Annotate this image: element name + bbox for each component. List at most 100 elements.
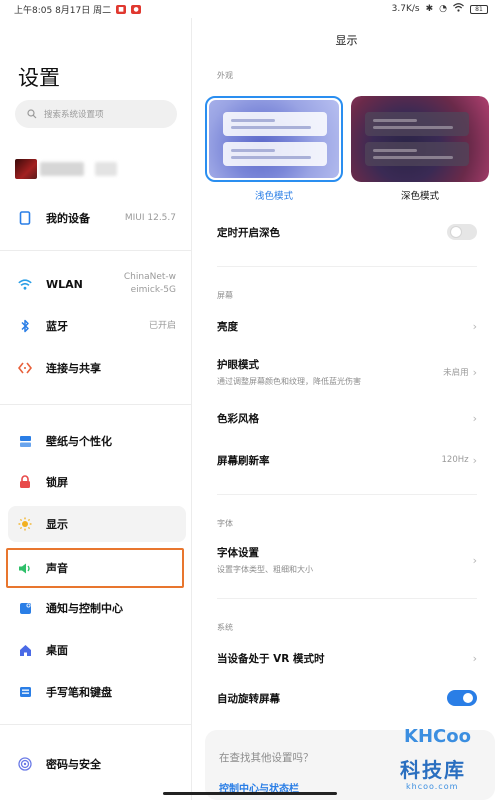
home-icon — [18, 643, 32, 657]
sidebar-item-label: 声音 — [46, 562, 68, 575]
auto-rotate-row[interactable]: 自动旋转屏幕 — [217, 688, 477, 708]
sidebar-item-desktop[interactable]: 桌面 — [8, 632, 186, 668]
sidebar-item-label: WLAN — [46, 277, 83, 291]
watermark-logo: KHCoo 科技库 khcoo.com — [398, 718, 494, 798]
refresh-rate-row[interactable]: 屏幕刷新率 120Hz › — [217, 450, 477, 470]
sidebar-item-wlan[interactable]: WLAN ChinaNet-w eimick-5G — [8, 266, 186, 302]
sidebar-item-wallpaper[interactable]: 壁纸与个性化 — [8, 423, 186, 459]
eye-care-value: 未启用 — [443, 368, 469, 378]
account-name-blurred — [40, 162, 84, 176]
sidebar-item-value: ChinaNet-w eimick-5G — [124, 271, 176, 297]
theme-dark-preview — [351, 96, 489, 182]
keyboard-icon — [18, 685, 32, 699]
chevron-right-icon: › — [472, 411, 477, 425]
settings-search-input[interactable]: 搜索系统设置项 — [15, 100, 177, 128]
wlan-ssid-line2: eimick-5G — [130, 285, 176, 295]
sidebar-item-value: MIUI 12.5.7 — [124, 212, 176, 223]
sidebar-item-password-security[interactable]: 密码与安全 — [8, 746, 186, 782]
search-placeholder: 搜索系统设置项 — [44, 110, 104, 120]
sidebar-item-label: 手写笔和键盘 — [46, 686, 112, 699]
sidebar-item-pen-keyboard[interactable]: 手写笔和键盘 — [8, 674, 186, 710]
divider — [217, 598, 477, 599]
sidebar-item-label: 桌面 — [46, 644, 68, 657]
theme-light-label[interactable]: 浅色模式 — [205, 188, 343, 202]
sidebar-item-value: 已开启 — [148, 320, 176, 331]
account-extra-blurred — [95, 162, 117, 176]
auto-rotate-toggle[interactable] — [447, 690, 477, 706]
wallpaper-icon — [18, 434, 32, 448]
alarm-status-icon: ◔ — [439, 4, 447, 14]
divider — [0, 724, 192, 725]
chevron-right-icon: › — [472, 553, 477, 567]
battery-level: 81 — [475, 5, 483, 13]
sidebar-item-label: 锁屏 — [46, 476, 68, 489]
display-settings-panel: 显示 外观 浅色模式 深色模式 定时开启深色 屏幕 亮度 › 护眼模式 通过调整… — [193, 18, 500, 800]
share-icon — [18, 361, 32, 375]
status-time-date: 上午8:05 8月17日 周二 — [14, 5, 112, 16]
scheduled-dark-label: 定时开启深色 — [217, 226, 280, 239]
scheduled-dark-row[interactable]: 定时开启深色 — [217, 222, 477, 242]
section-label-screen: 屏幕 — [217, 291, 233, 300]
brightness-label: 亮度 — [217, 320, 238, 333]
sidebar-title: 设置 — [18, 66, 60, 90]
status-bar: 上午8:05 8月17日 周二 ■ ● 3.7K/s ✱ ◔ 81 — [0, 0, 500, 18]
theme-dark-card[interactable] — [351, 96, 489, 182]
theme-light-card[interactable] — [205, 96, 343, 182]
home-indicator[interactable] — [163, 792, 337, 795]
search-more-title: 在查找其他设置吗？ — [219, 752, 314, 764]
preview-bar — [223, 142, 327, 166]
chevron-right-icon: › — [472, 319, 477, 333]
sun-icon — [18, 517, 32, 531]
tablet-icon — [18, 211, 32, 225]
sidebar-item-display[interactable]: 显示 — [8, 506, 186, 542]
sidebar-item-lockscreen[interactable]: 锁屏 — [8, 464, 186, 500]
sidebar-item-label: 连接与共享 — [46, 362, 101, 375]
vr-mode-label: 当设备处于 VR 模式时 — [217, 652, 325, 665]
sidebar-item-connection-share[interactable]: 连接与共享 — [8, 350, 186, 386]
watermark-cn: 科技库 — [400, 758, 466, 782]
sidebar-item-bluetooth[interactable]: 蓝牙 已开启 — [8, 308, 186, 344]
eye-care-row[interactable]: 护眼模式 通过调整屏幕颜色和纹理，降低蓝光伤害 未启用 › — [217, 356, 477, 388]
wlan-ssid-line1: ChinaNet-w — [123, 272, 176, 282]
wifi-status-icon — [453, 3, 464, 15]
section-label-appearance: 外观 — [217, 71, 233, 80]
battery-icon: 81 — [470, 4, 488, 14]
theme-dark-label[interactable]: 深色模式 — [351, 188, 489, 202]
auto-rotate-label: 自动旋转屏幕 — [217, 692, 280, 705]
avatar — [15, 159, 37, 179]
notification-badge-icon: ■ — [116, 4, 127, 14]
sidebar-item-label: 我的设备 — [46, 212, 90, 225]
bluetooth-icon — [18, 319, 32, 333]
lock-icon — [18, 475, 32, 489]
preview-bar — [365, 112, 469, 136]
sidebar-item-label: 通知与控制中心 — [46, 602, 123, 615]
account-entry[interactable] — [15, 158, 125, 180]
sidebar-item-label: 壁纸与个性化 — [46, 435, 112, 448]
font-settings-row[interactable]: 字体设置 设置字体类型、粗细和大小 › — [217, 544, 477, 576]
refresh-rate-value: 120Hz — [441, 455, 469, 465]
color-style-row[interactable]: 色彩风格 › — [217, 408, 477, 428]
divider — [0, 404, 192, 405]
sidebar-item-label: 蓝牙 — [46, 320, 68, 333]
sidebar-item-my-device[interactable]: 我的设备 MIUI 12.5.7 — [8, 200, 186, 236]
eye-care-description: 通过调整屏幕颜色和纹理，降低蓝光伤害 — [217, 377, 361, 386]
bluetooth-status-icon: ✱ — [425, 4, 434, 14]
chevron-right-icon: › — [472, 651, 477, 665]
chevron-right-icon: › — [472, 365, 477, 379]
chevron-right-icon: › — [472, 453, 477, 467]
sidebar-item-sound[interactable]: 声音 — [6, 548, 184, 588]
net-speed: 3.7K/s — [391, 4, 420, 14]
watermark-brand: KHCoo — [404, 726, 471, 747]
divider — [217, 494, 477, 495]
divider — [0, 250, 192, 251]
app-badge-icon: ● — [131, 4, 142, 14]
vr-mode-row[interactable]: 当设备处于 VR 模式时 › — [217, 648, 477, 668]
divider — [217, 266, 477, 267]
theme-light-preview — [209, 100, 339, 178]
preview-bar — [365, 142, 469, 166]
sidebar-item-notification[interactable]: 通知与控制中心 — [8, 590, 186, 626]
preview-bar — [223, 112, 327, 136]
brightness-row[interactable]: 亮度 › — [217, 316, 477, 336]
scheduled-dark-toggle[interactable] — [447, 224, 477, 240]
refresh-rate-label: 屏幕刷新率 — [217, 454, 270, 467]
